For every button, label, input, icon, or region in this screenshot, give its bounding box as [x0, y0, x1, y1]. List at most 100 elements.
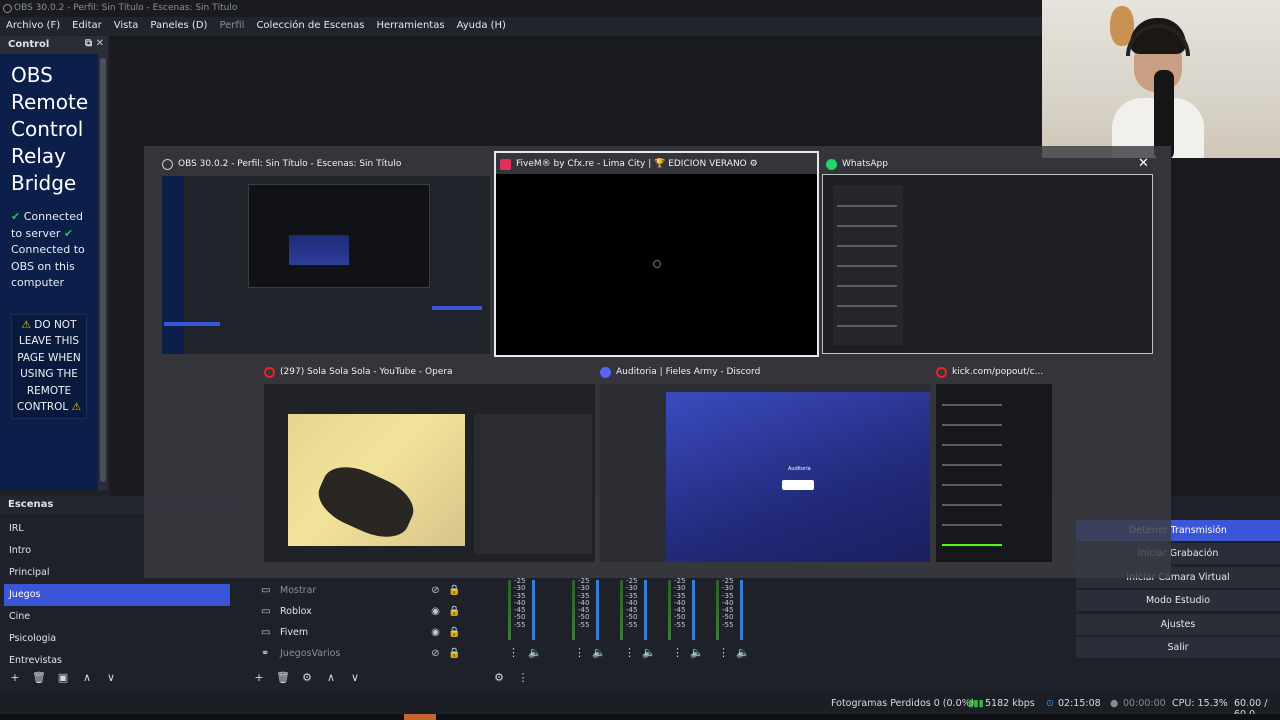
volume-fader[interactable] [740, 580, 743, 640]
menu-editar[interactable]: Editar [66, 17, 108, 35]
relay-bridge-panel: OBS Remote Control Relay Bridge ✔ Connec… [0, 54, 98, 490]
opera-icon [264, 366, 275, 378]
cpu-usage: CPU: 15.3% [1172, 698, 1228, 709]
record-time: 00:00:00 [1123, 698, 1166, 709]
taskbar-active-app[interactable] [404, 714, 436, 720]
chat-line [942, 524, 1002, 526]
add-icon[interactable]: + [6, 669, 24, 687]
dock-float-close-buttons[interactable]: ⧉ ✕ [85, 38, 104, 49]
scene-item-active[interactable]: Juegos [4, 584, 230, 606]
control-dock-scrollbar[interactable] [98, 54, 108, 490]
volume-fader[interactable] [596, 580, 599, 640]
menu-perfil[interactable]: Perfil [213, 17, 250, 35]
meter-tick-label: -55 [722, 620, 734, 629]
fivem-window-thumbnail[interactable] [496, 174, 817, 355]
status-bar: Fotogramas Perdidos 0 (0.0%) ▮▮▮ 5182 kb… [0, 694, 1280, 720]
volume-fader[interactable] [692, 580, 695, 640]
gear-icon[interactable]: ⚙ [298, 669, 316, 687]
eye-icon[interactable]: ◉ [426, 606, 445, 617]
relay-title-line: Control [11, 117, 84, 141]
bitrate: 5182 kbps [985, 698, 1035, 709]
switcher-window-title[interactable]: OBS 30.0.2 - Perfil: Sin Título - Escena… [162, 154, 492, 174]
taskbar-strip [0, 714, 1280, 720]
obs-window-thumbnail[interactable] [162, 176, 490, 354]
move-down-icon[interactable]: ∨ [346, 669, 364, 687]
scrollbar-thumb[interactable] [100, 58, 106, 482]
switcher-window-title[interactable]: Auditoria | Fieles Army - Discord [600, 362, 930, 382]
meter-tick-label: -55 [674, 620, 686, 629]
switcher-window-title[interactable]: WhatsApp [826, 154, 1126, 174]
volume-meter[interactable]: -25 -30 -35 -40 -45 -50 -55 [570, 577, 604, 642]
mixer-menu-icon[interactable]: ⋮ [624, 646, 635, 659]
settings-button[interactable]: Ajustes [1076, 613, 1280, 635]
youtube-window-thumbnail[interactable] [264, 384, 595, 562]
mixer-menu-icon[interactable]: ⋮ [718, 646, 729, 659]
source-item[interactable]: ⚭ JuegosVarios ⊘ 🔒 [256, 643, 476, 664]
eye-icon[interactable]: ◉ [426, 627, 445, 638]
volume-fader[interactable] [532, 580, 535, 640]
move-up-icon[interactable]: ∧ [322, 669, 340, 687]
window-icon: ▭ [261, 627, 271, 638]
menu-vista[interactable]: Vista [108, 17, 145, 35]
lock-icon[interactable]: 🔒 [445, 606, 464, 617]
speaker-icon[interactable]: 🔈 [736, 646, 750, 659]
scene-item[interactable]: Cine [4, 606, 230, 628]
speaker-icon[interactable]: 🔈 [528, 646, 542, 659]
meter-scale: -25 -30 -35 -40 -45 -50 -55 [722, 577, 734, 629]
menu-paneles[interactable]: Paneles (D) [144, 17, 213, 35]
source-item[interactable]: ▭ Mostrar ⊘ 🔒 [256, 580, 476, 601]
menu-herramientas[interactable]: Herramientas [370, 17, 450, 35]
relay-title-line: OBS [11, 63, 53, 87]
lock-icon[interactable]: 🔒 [445, 627, 464, 638]
chat-line [942, 484, 1002, 486]
warning-text: DO NOT LEAVE THIS PAGE WHEN USING THE RE… [16, 318, 81, 414]
window-title-text: OBS 30.0.2 - Perfil: Sin Título - Escena… [178, 159, 402, 169]
window-title-text: (297) Sola Sola Sola - YouTube - Opera [280, 367, 453, 377]
recommended-list [474, 414, 592, 554]
switcher-window-title[interactable]: kick.com/popout/c... [936, 362, 1050, 382]
switcher-window-title[interactable]: FiveM® by Cfx.re - Lima City | 🏆 EDICION… [500, 154, 812, 174]
menu-ayuda[interactable]: Ayuda (H) [451, 17, 512, 35]
speaker-icon[interactable]: 🔈 [592, 646, 606, 659]
trash-icon[interactable]: 🗑 [30, 669, 48, 687]
mixer-menu-icon[interactable]: ⋮ [672, 646, 683, 659]
exit-button[interactable]: Salir [1076, 636, 1280, 658]
scene-item[interactable]: Psicologia [4, 628, 230, 650]
lock-icon[interactable]: 🔒 [445, 585, 464, 596]
volume-fader[interactable] [644, 580, 647, 640]
source-item[interactable]: ▭ Fivem ◉ 🔒 [256, 622, 476, 643]
volume-meter[interactable]: -25 -30 -35 -40 -45 -50 -55 [666, 577, 700, 642]
eye-hidden-icon[interactable]: ⊘ [426, 648, 445, 659]
source-item[interactable]: ▭ Roblox ◉ 🔒 [256, 601, 476, 622]
add-icon[interactable]: + [250, 669, 268, 687]
volume-meter[interactable]: -25 -30 -35 -40 -45 -50 -55 [618, 577, 652, 642]
chat-line [942, 444, 1002, 446]
speaker-icon[interactable]: 🔈 [690, 646, 704, 659]
speaker-icon[interactable]: 🔈 [642, 646, 656, 659]
menu-archivo[interactable]: Archivo (F) [0, 17, 66, 35]
opera-icon [936, 366, 947, 378]
move-down-icon[interactable]: ∨ [102, 669, 120, 687]
trash-icon[interactable]: 🗑 [274, 669, 292, 687]
move-up-icon[interactable]: ∧ [78, 669, 96, 687]
meter-tick-label: -55 [626, 620, 638, 629]
mixer-menu-icon[interactable]: ⋮ [574, 646, 585, 659]
menu-coleccion-escenas[interactable]: Colección de Escenas [250, 17, 370, 35]
kick-chat-thumbnail[interactable] [936, 384, 1052, 562]
warning-icon: ⚠ [71, 401, 82, 413]
discord-window-thumbnail[interactable]: Auditoria [600, 384, 930, 562]
close-icon[interactable]: ✕ [1138, 156, 1149, 171]
mixer-settings-icon[interactable]: ⚙ [490, 669, 508, 687]
eye-hidden-icon[interactable]: ⊘ [426, 585, 445, 596]
volume-meter[interactable]: -25 -30 -35 -40 -45 -50 -55 [506, 577, 540, 642]
filter-icon[interactable]: ▣ [54, 669, 72, 687]
studio-mode-button[interactable]: Modo Estudio [1076, 590, 1280, 612]
lock-icon[interactable]: 🔒 [445, 648, 464, 659]
switcher-window-title[interactable]: (297) Sola Sola Sola - YouTube - Opera [264, 362, 594, 382]
meter-level-bar [620, 580, 623, 640]
mixer-menu-icon[interactable]: ⋮ [508, 646, 519, 659]
volume-meter[interactable]: -25 -30 -35 -40 -45 -50 -55 [714, 577, 748, 642]
obs-app-icon [162, 158, 173, 170]
mixer-menu-icon[interactable]: ⋮ [514, 669, 532, 687]
whatsapp-window-thumbnail[interactable] [822, 174, 1153, 354]
